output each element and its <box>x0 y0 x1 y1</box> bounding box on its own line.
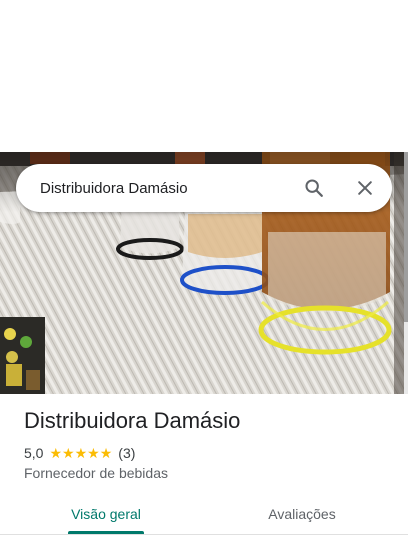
tab-reviews[interactable]: Avaliações <box>258 496 346 532</box>
tabs-divider <box>0 534 408 535</box>
place-title: Distribuidora Damásio <box>24 408 241 433</box>
star-icon: ★ <box>87 445 100 461</box>
place-tabs: Visão geral Avaliações <box>0 496 408 536</box>
rating-value: 5,0 <box>24 445 44 461</box>
star-icon: ★ <box>74 445 88 461</box>
close-icon <box>358 181 372 195</box>
tab-overview[interactable]: Visão geral <box>68 496 144 532</box>
photo-scrollbar-thumb[interactable] <box>404 152 408 322</box>
review-count[interactable]: (3) <box>118 445 135 461</box>
star-icon: ★ <box>62 445 75 461</box>
search-box[interactable] <box>16 164 392 212</box>
search-icon <box>305 179 323 197</box>
search-input[interactable] <box>40 164 290 212</box>
place-category: Fornecedor de bebidas <box>24 465 168 481</box>
rating-stars: ★ ★ ★ ★ ★ <box>49 446 112 460</box>
close-button[interactable] <box>349 172 381 204</box>
blank-header-area <box>0 0 408 152</box>
rating-row[interactable]: 5,0 ★ ★ ★ ★ ★ (3) <box>24 444 135 462</box>
star-icon: ★ <box>99 445 113 461</box>
search-button[interactable] <box>298 172 330 204</box>
star-icon: ★ <box>49 445 63 461</box>
